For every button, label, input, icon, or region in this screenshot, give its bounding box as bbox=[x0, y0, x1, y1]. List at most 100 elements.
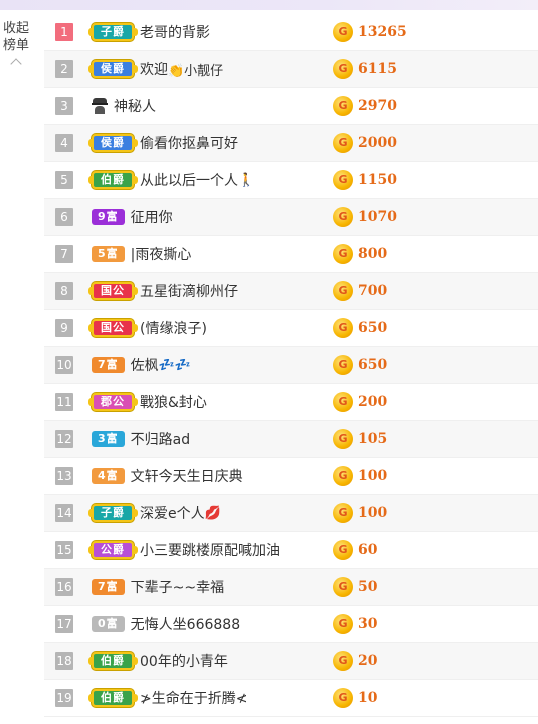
wealth-badge: 5富 bbox=[92, 246, 125, 262]
ranking-row[interactable]: 18 伯爵 00年的小青年 G 20 bbox=[44, 643, 538, 680]
ranking-row[interactable]: 9 国公 (情缘浪子) G 650 bbox=[44, 310, 538, 347]
score-value: 200 bbox=[358, 394, 388, 410]
collapse-ranking-button[interactable]: 收起 榜单 bbox=[0, 20, 32, 70]
collapse-label-line2: 榜单 bbox=[2, 38, 29, 53]
ranking-row[interactable]: 5 伯爵 从此以后一个人 🚶 G 1150 bbox=[44, 162, 538, 199]
user-name: 不归路ad bbox=[130, 432, 191, 448]
user-cell[interactable]: 0富 无悔人坐666888 bbox=[92, 606, 240, 642]
user-cell[interactable]: 7富 下辈子~~幸福 bbox=[92, 569, 224, 605]
ranking-row[interactable]: 11 郡公 戰狼&封心 G 200 bbox=[44, 384, 538, 421]
user-name: 无悔人坐666888 bbox=[130, 617, 241, 633]
ranking-row[interactable]: 8 国公 五星街滴柳州仔 G 700 bbox=[44, 273, 538, 310]
user-cell[interactable]: 伯爵 ≯生命在于折腾≮ bbox=[88, 680, 247, 716]
ranking-row[interactable]: 2 侯爵 欢迎 👏小靓仔 G 6115 bbox=[44, 51, 538, 88]
score-value: 13265 bbox=[358, 24, 407, 40]
wealth-badge: 7富 bbox=[92, 579, 125, 595]
ranking-row[interactable]: 7 5富 |雨夜撕心 G 800 bbox=[44, 236, 538, 273]
rank-number: 14 bbox=[55, 504, 73, 522]
score-value: 650 bbox=[358, 357, 388, 373]
score-value: 1070 bbox=[358, 209, 397, 225]
coin-icon: G bbox=[333, 281, 353, 301]
ranking-row[interactable]: 6 9富 征用你 G 1070 bbox=[44, 199, 538, 236]
user-cell[interactable]: 伯爵 从此以后一个人 🚶 bbox=[88, 162, 254, 198]
rank-number: 11 bbox=[55, 393, 73, 411]
user-name: 佐枫 bbox=[130, 358, 159, 374]
user-cell[interactable]: 国公 五星街滴柳州仔 bbox=[88, 273, 238, 309]
rank-number: 10 bbox=[55, 356, 73, 374]
ranking-row[interactable]: 10 7富 佐枫 💤💤 G 650 bbox=[44, 347, 538, 384]
user-name: 神秘人 bbox=[114, 99, 156, 115]
ranking-row[interactable]: 16 7富 下辈子~~幸福 G 50 bbox=[44, 569, 538, 606]
top-band bbox=[0, 0, 538, 10]
ranking-row[interactable]: 1 子爵 老哥的背影 G 13265 bbox=[44, 14, 538, 51]
chevron-up-icon bbox=[10, 58, 22, 70]
user-cell[interactable]: 国公 (情缘浪子) bbox=[88, 310, 207, 346]
user-cell[interactable]: 9富 征用你 bbox=[92, 199, 173, 235]
ranking-row[interactable]: 19 伯爵 ≯生命在于折腾≮ G 10 bbox=[44, 680, 538, 717]
noble-badge: 国公 bbox=[88, 282, 138, 300]
mystery-icon bbox=[92, 98, 108, 114]
ranking-row[interactable]: 12 3富 不归路ad G 105 bbox=[44, 421, 538, 458]
noble-badge: 郡公 bbox=[88, 393, 138, 411]
ranking-row[interactable]: 15 公爵 小三要跳楼原配喊加油 G 60 bbox=[44, 532, 538, 569]
user-cell[interactable]: 子爵 深爱e个人 💋 bbox=[88, 495, 221, 531]
user-cell[interactable]: 神秘人 bbox=[92, 88, 156, 124]
ranking-row[interactable]: 17 0富 无悔人坐666888 G 30 bbox=[44, 606, 538, 643]
score-value: 800 bbox=[358, 246, 388, 262]
rank-number: 5 bbox=[55, 171, 73, 189]
coin-icon: G bbox=[333, 207, 353, 227]
coin-icon: G bbox=[333, 392, 353, 412]
user-cell[interactable]: 3富 不归路ad bbox=[92, 421, 190, 457]
wealth-badge: 3富 bbox=[92, 431, 125, 447]
wealth-badge: 7富 bbox=[92, 357, 125, 373]
user-cell[interactable]: 7富 佐枫 💤💤 bbox=[92, 347, 191, 383]
collapse-label-line1: 收起 bbox=[2, 21, 29, 36]
user-name: 五星街滴柳州仔 bbox=[140, 284, 238, 300]
ranking-row[interactable]: 14 子爵 深爱e个人 💋 G 100 bbox=[44, 495, 538, 532]
user-cell[interactable]: 侯爵 偷看你抠鼻可好 bbox=[88, 125, 238, 161]
ranking-row[interactable]: 13 4富 文轩今天生日庆典 G 100 bbox=[44, 458, 538, 495]
ranking-row[interactable]: 3 神秘人 G 2970 bbox=[44, 88, 538, 125]
user-name: |雨夜撕心 bbox=[130, 247, 192, 263]
rank-number: 13 bbox=[55, 467, 73, 485]
coin-icon: G bbox=[333, 59, 353, 79]
rank-number: 15 bbox=[55, 541, 73, 559]
user-cell[interactable]: 公爵 小三要跳楼原配喊加油 bbox=[88, 532, 280, 568]
user-name: 老哥的背影 bbox=[140, 25, 210, 41]
user-cell[interactable]: 4富 文轩今天生日庆典 bbox=[92, 458, 243, 494]
score-value: 100 bbox=[358, 468, 388, 484]
coin-icon: G bbox=[333, 133, 353, 153]
user-cell[interactable]: 伯爵 00年的小青年 bbox=[88, 643, 228, 679]
user-name: 00年的小青年 bbox=[140, 654, 228, 670]
user-name: 文轩今天生日庆典 bbox=[130, 469, 243, 485]
user-name-suffix: 💤💤 bbox=[158, 357, 192, 373]
ranking-row[interactable]: 4 侯爵 偷看你抠鼻可好 G 2000 bbox=[44, 125, 538, 162]
coin-icon: G bbox=[333, 466, 353, 486]
user-cell[interactable]: 郡公 戰狼&封心 bbox=[88, 384, 207, 420]
noble-badge: 伯爵 bbox=[88, 171, 138, 189]
user-cell[interactable]: 子爵 老哥的背影 bbox=[88, 14, 210, 50]
wealth-badge: 9富 bbox=[92, 209, 125, 225]
rank-number: 2 bbox=[55, 60, 73, 78]
coin-icon: G bbox=[333, 22, 353, 42]
wealth-badge: 4富 bbox=[92, 468, 125, 484]
rank-number: 7 bbox=[55, 245, 73, 263]
rank-number: 9 bbox=[55, 319, 73, 337]
user-cell[interactable]: 侯爵 欢迎 👏小靓仔 bbox=[88, 51, 223, 87]
score-value: 60 bbox=[358, 542, 378, 558]
coin-icon: G bbox=[333, 355, 353, 375]
rank-number: 6 bbox=[55, 208, 73, 226]
coin-icon: G bbox=[333, 170, 353, 190]
coin-icon: G bbox=[333, 244, 353, 264]
coin-icon: G bbox=[333, 503, 353, 523]
coin-icon: G bbox=[333, 318, 353, 338]
user-name: 从此以后一个人 bbox=[140, 173, 238, 189]
score-value: 2970 bbox=[358, 98, 397, 114]
user-cell[interactable]: 5富 |雨夜撕心 bbox=[92, 236, 191, 272]
score-value: 2000 bbox=[358, 135, 397, 151]
user-name: 小三要跳楼原配喊加油 bbox=[140, 543, 280, 559]
score-value: 650 bbox=[358, 320, 388, 336]
noble-badge: 伯爵 bbox=[88, 652, 138, 670]
noble-badge: 伯爵 bbox=[88, 689, 138, 707]
user-name: (情缘浪子) bbox=[140, 321, 207, 337]
